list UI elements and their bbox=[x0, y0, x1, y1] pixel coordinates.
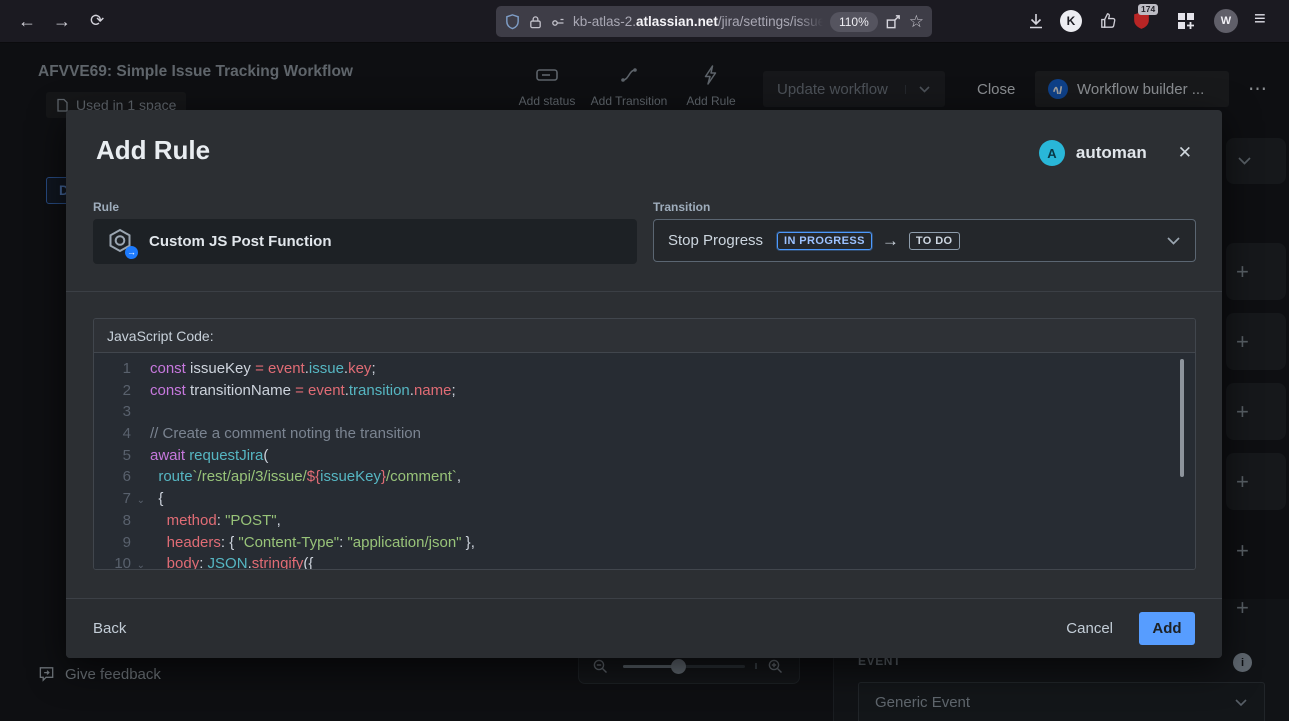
browser-forward-button[interactable]: → bbox=[53, 9, 71, 33]
rule-value-box[interactable]: → Custom JS Post Function bbox=[93, 219, 637, 264]
code-line: 8 method: "POST", bbox=[94, 510, 1195, 532]
rule-field-label: Rule bbox=[93, 200, 119, 214]
status-badge-to: TO DO bbox=[909, 232, 960, 250]
fold-chevron-icon[interactable]: ⌄ bbox=[137, 490, 145, 512]
code-lines: 1const issueKey = event.issue.key;2const… bbox=[94, 358, 1195, 570]
permissions-icon[interactable] bbox=[550, 15, 566, 29]
user-name: automan bbox=[1076, 143, 1147, 163]
extensions-grid-icon[interactable] bbox=[1176, 11, 1196, 31]
code-editor-label: JavaScript Code: bbox=[107, 328, 214, 344]
code-editor-header: JavaScript Code: bbox=[94, 319, 1195, 353]
code-editor[interactable]: 1const issueKey = event.issue.key;2const… bbox=[94, 353, 1195, 570]
url-bar[interactable]: kb-atlas-2.atlassian.net/jira/settings/i… bbox=[496, 6, 932, 37]
dialog-title: Add Rule bbox=[96, 135, 210, 166]
ublock-shield-icon[interactable]: 174 bbox=[1131, 10, 1152, 31]
transition-name: Stop Progress bbox=[668, 232, 763, 249]
open-in-app-icon[interactable] bbox=[885, 13, 902, 30]
fold-chevron-icon[interactable]: ⌄ bbox=[137, 555, 145, 570]
editor-scrollbar[interactable] bbox=[1180, 359, 1184, 477]
transition-select-chevron-icon bbox=[1166, 236, 1181, 246]
code-line: 3 bbox=[94, 401, 1195, 423]
extension-thumb-icon[interactable] bbox=[1098, 11, 1117, 30]
extension-k-icon[interactable]: K bbox=[1060, 10, 1082, 32]
rule-value: Custom JS Post Function bbox=[149, 233, 332, 250]
url-text: kb-atlas-2.atlassian.net/jira/settings/i… bbox=[573, 14, 823, 29]
transition-select[interactable]: Stop Progress IN PROGRESS → TO DO bbox=[653, 219, 1196, 262]
zoom-level-badge[interactable]: 110% bbox=[830, 12, 878, 32]
transition-arrow-icon: → bbox=[882, 231, 899, 251]
code-line: 9 headers: { "Content-Type": "applicatio… bbox=[94, 532, 1195, 554]
downloads-icon[interactable] bbox=[1026, 11, 1046, 31]
code-line: 2const transitionName = event.transition… bbox=[94, 380, 1195, 402]
screen: ← → ⟳ kb-atlas-2.atlassian.net/jira/sett… bbox=[0, 0, 1289, 721]
code-line: 4// Create a comment noting the transiti… bbox=[94, 423, 1195, 445]
divider bbox=[66, 291, 1222, 292]
close-icon[interactable]: ✕ bbox=[1178, 143, 1192, 163]
user-avatar: A bbox=[1039, 140, 1065, 166]
code-editor-panel: JavaScript Code: 1const issueKey = event… bbox=[93, 318, 1196, 570]
status-badge-from: IN PROGRESS bbox=[777, 232, 872, 250]
tracking-shield-icon[interactable] bbox=[504, 13, 521, 30]
back-button[interactable]: Back bbox=[93, 620, 126, 637]
transition-field-label: Transition bbox=[653, 200, 710, 214]
bookmark-star-icon[interactable]: ☆ bbox=[909, 12, 924, 32]
menu-hamburger-icon[interactable]: ≡ bbox=[1254, 7, 1266, 31]
cancel-button[interactable]: Cancel bbox=[1066, 620, 1113, 637]
browser-back-button[interactable]: ← bbox=[18, 9, 36, 33]
lock-icon[interactable] bbox=[528, 14, 543, 30]
dialog-footer: Back Cancel Add bbox=[66, 598, 1222, 658]
post-function-arrow-badge: → bbox=[125, 246, 138, 259]
code-line: 5await requestJira( bbox=[94, 445, 1195, 467]
add-button[interactable]: Add bbox=[1139, 612, 1195, 645]
browser-toolbar: ← → ⟳ kb-atlas-2.atlassian.net/jira/sett… bbox=[0, 0, 1289, 43]
browser-reload-button[interactable]: ⟳ bbox=[90, 9, 104, 33]
code-line: 7⌄ { bbox=[94, 488, 1195, 510]
add-rule-dialog: Add Rule A automan ✕ Rule Transition → C… bbox=[66, 110, 1222, 658]
code-line: 6 route`/rest/api/3/issue/${issueKey}/co… bbox=[94, 466, 1195, 488]
user-chip: A automan ✕ bbox=[1039, 140, 1192, 166]
profile-avatar[interactable]: W bbox=[1214, 9, 1238, 33]
hexagon-function-icon: → bbox=[105, 227, 135, 257]
blocked-count-badge: 174 bbox=[1138, 4, 1158, 15]
code-line: 1const issueKey = event.issue.key; bbox=[94, 358, 1195, 380]
code-line: 10⌄ body: JSON.stringify({ bbox=[94, 553, 1195, 570]
